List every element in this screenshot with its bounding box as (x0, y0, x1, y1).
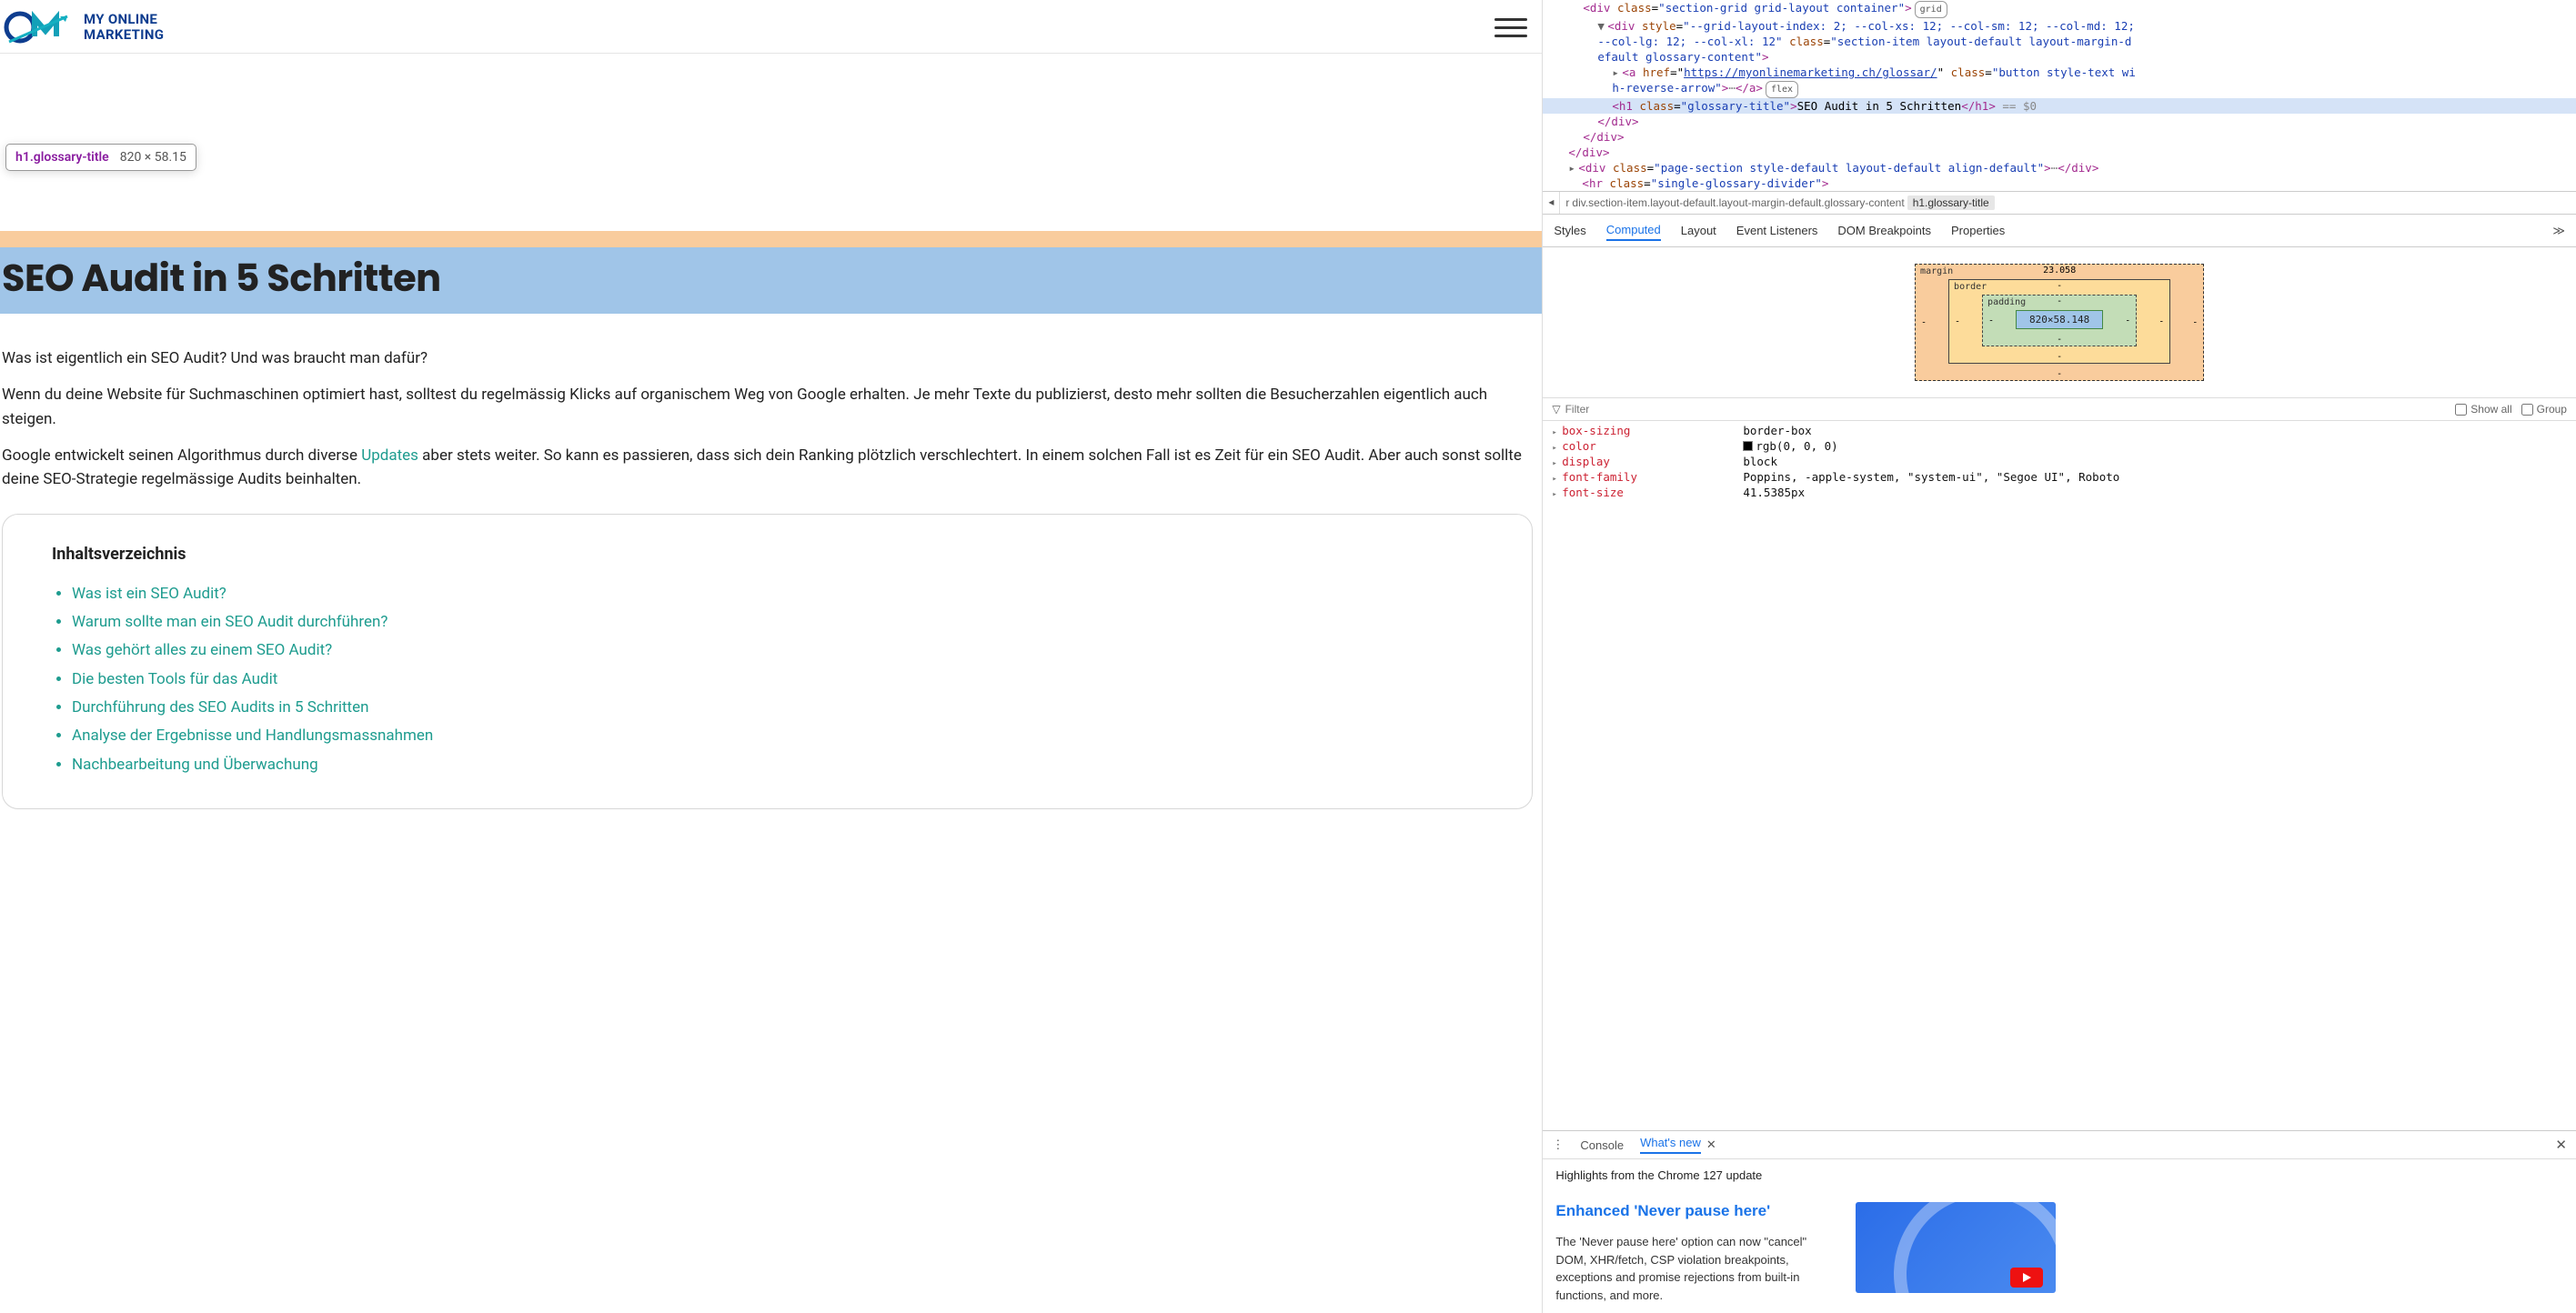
tab-layout[interactable]: Layout (1681, 221, 1716, 240)
content-highlight: SEO Audit in 5 Schritten (0, 247, 1542, 314)
filter-input[interactable] (1565, 403, 1629, 416)
toc-link[interactable]: Warum sollte man ein SEO Audit durchführ… (72, 613, 387, 631)
devtools-panel: <div class="section-grid grid-layout con… (1543, 0, 2576, 1313)
toc-link[interactable]: Was ist ein SEO Audit? (72, 585, 226, 603)
intro-paragraph: Was ist eigentlich ein SEO Audit? Und wa… (2, 346, 1533, 370)
tab-whats-new[interactable]: What's new (1640, 1136, 1701, 1154)
table-of-contents: Inhaltsverzeichnis Was ist ein SEO Audit… (2, 514, 1533, 809)
close-tab-icon[interactable]: ✕ (1706, 1138, 1716, 1152)
property-row[interactable]: displayblock (1552, 454, 2567, 469)
toc-link[interactable]: Analyse der Ergebnisse und Handlungsmass… (72, 727, 433, 745)
website-pane: MY ONLINE MARKETING h1.glossary-title 82… (0, 0, 1543, 1313)
logo-text-1: MY ONLINE (84, 12, 164, 27)
property-row[interactable]: font-familyPoppins, -apple-system, "syst… (1552, 469, 2567, 485)
margin-highlight (0, 231, 1542, 247)
inspect-tooltip: h1.glossary-title 820 × 58.15 (5, 144, 196, 171)
menu-button[interactable] (1491, 15, 1531, 41)
computed-properties: box-sizingborder-boxcolorrgb(0, 0, 0)dis… (1543, 421, 2576, 502)
tab-event-listeners[interactable]: Event Listeners (1736, 221, 1818, 240)
elements-tree[interactable]: <div class="section-grid grid-layout con… (1543, 0, 2576, 191)
property-row[interactable]: box-sizingborder-box (1552, 423, 2567, 438)
toc-link[interactable]: Die besten Tools für das Audit (72, 670, 277, 688)
updates-link[interactable]: Updates (361, 446, 418, 465)
tab-console[interactable]: Console (1580, 1138, 1624, 1152)
logo[interactable]: MY ONLINE MARKETING (4, 7, 164, 47)
show-all-checkbox[interactable] (2455, 404, 2467, 416)
property-row[interactable]: font-size41.5385px (1552, 485, 2567, 500)
play-icon (2010, 1268, 2043, 1288)
box-model-content: 820×58.148 (2016, 310, 2103, 329)
whats-new-video[interactable] (1856, 1202, 2056, 1293)
breadcrumb-bar: ◂ r div.section-item.layout-default.layo… (1543, 191, 2576, 215)
paragraph: Google entwickelt seinen Algorithmus dur… (2, 444, 1533, 492)
toc-item: Was gehört alles zu einem SEO Audit? (72, 638, 1483, 662)
logo-text-2: MARKETING (84, 27, 164, 43)
filter-bar: ▽ Show all Group (1543, 397, 2576, 421)
toc-heading: Inhaltsverzeichnis (52, 542, 1483, 567)
flex-badge[interactable]: flex (1766, 81, 1798, 98)
crumb-current[interactable]: h1.glossary-title (1907, 195, 1995, 210)
styles-tabs: Styles Computed Layout Event Listeners D… (1543, 215, 2576, 247)
tab-dom-breakpoints[interactable]: DOM Breakpoints (1837, 221, 1931, 240)
site-header: MY ONLINE MARKETING (0, 0, 1542, 54)
toc-item: Die besten Tools für das Audit (72, 667, 1483, 691)
toc-link[interactable]: Nachbearbeitung und Überwachung (72, 756, 318, 774)
toc-item: Was ist ein SEO Audit? (72, 582, 1483, 606)
toc-item: Nachbearbeitung und Überwachung (72, 753, 1483, 777)
filter-icon: ▽ (1552, 403, 1560, 416)
property-row[interactable]: colorrgb(0, 0, 0) (1552, 438, 2567, 454)
whats-new-subtitle: Highlights from the Chrome 127 update (1555, 1168, 2563, 1182)
drawer: ⋮ Console What's new ✕ ✕ Highlights from… (1543, 1130, 2576, 1313)
tab-styles[interactable]: Styles (1554, 221, 1585, 240)
highlighted-element: SEO Audit in 5 Schritten (0, 231, 1542, 314)
tab-properties[interactable]: Properties (1951, 221, 2005, 240)
crumb-part[interactable]: r (1565, 196, 1569, 209)
selected-element[interactable]: <h1 class="glossary-title">SEO Audit in … (1543, 98, 2576, 114)
toc-link[interactable]: Was gehört alles zu einem SEO Audit? (72, 641, 332, 659)
inspect-dimensions: 820 × 58.15 (120, 150, 186, 165)
more-tabs-icon[interactable]: ≫ (2552, 224, 2565, 238)
toc-item: Analyse der Ergebnisse und Handlungsmass… (72, 724, 1483, 747)
article-body: Was ist eigentlich ein SEO Audit? Und wa… (0, 314, 1542, 846)
crumb-part[interactable]: div.section-item.layout-default.layout-m… (1572, 196, 1904, 209)
close-drawer-icon[interactable]: ✕ (2555, 1137, 2567, 1153)
tab-computed[interactable]: Computed (1606, 220, 1661, 241)
toc-item: Warum sollte man ein SEO Audit durchführ… (72, 610, 1483, 634)
crumb-prev[interactable]: ◂ (1543, 192, 1560, 214)
group-checkbox[interactable] (2521, 404, 2533, 416)
grid-badge[interactable]: grid (1915, 1, 1947, 18)
paragraph: Wenn du deine Website für Suchmaschinen … (2, 383, 1533, 431)
toc-item: Durchführung des SEO Audits in 5 Schritt… (72, 696, 1483, 719)
whats-new-title: Enhanced 'Never pause here' (1555, 1202, 1837, 1220)
logo-icon (4, 7, 76, 47)
whats-new-body: The 'Never pause here' option can now "c… (1555, 1233, 1837, 1304)
drawer-menu-icon[interactable]: ⋮ (1552, 1138, 1564, 1152)
box-model[interactable]: margin 23.058 - - - border - - - - paddi… (1543, 247, 2576, 397)
toc-link[interactable]: Durchführung des SEO Audits in 5 Schritt… (72, 698, 369, 717)
page-title: SEO Audit in 5 Schritten (2, 249, 1542, 306)
